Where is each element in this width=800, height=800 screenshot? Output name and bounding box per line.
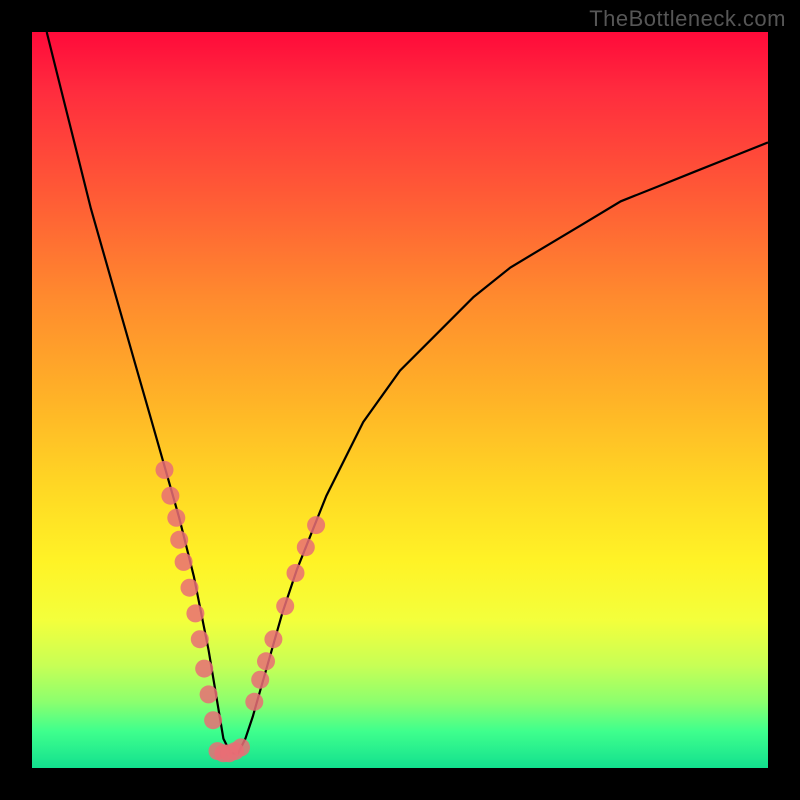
plot-area <box>32 32 768 768</box>
data-point <box>186 604 204 622</box>
data-point <box>175 553 193 571</box>
data-point <box>195 660 213 678</box>
bottleneck-curve <box>47 32 768 753</box>
data-point <box>251 671 269 689</box>
scatter-bottom <box>209 738 251 762</box>
data-point <box>204 711 222 729</box>
data-point <box>257 652 275 670</box>
watermark-text: TheBottleneck.com <box>589 6 786 32</box>
data-point <box>191 630 209 648</box>
data-point <box>167 509 185 527</box>
scatter-right <box>245 516 325 711</box>
data-point <box>156 461 174 479</box>
data-point <box>307 516 325 534</box>
data-point <box>170 531 188 549</box>
data-point <box>181 579 199 597</box>
data-point <box>264 630 282 648</box>
data-point <box>287 564 305 582</box>
chart-svg <box>32 32 768 768</box>
data-point <box>232 738 250 756</box>
data-point <box>161 487 179 505</box>
data-point <box>245 693 263 711</box>
data-point <box>200 685 218 703</box>
chart-frame: TheBottleneck.com <box>0 0 800 800</box>
data-point <box>276 597 294 615</box>
data-point <box>297 538 315 556</box>
scatter-left <box>156 461 223 729</box>
